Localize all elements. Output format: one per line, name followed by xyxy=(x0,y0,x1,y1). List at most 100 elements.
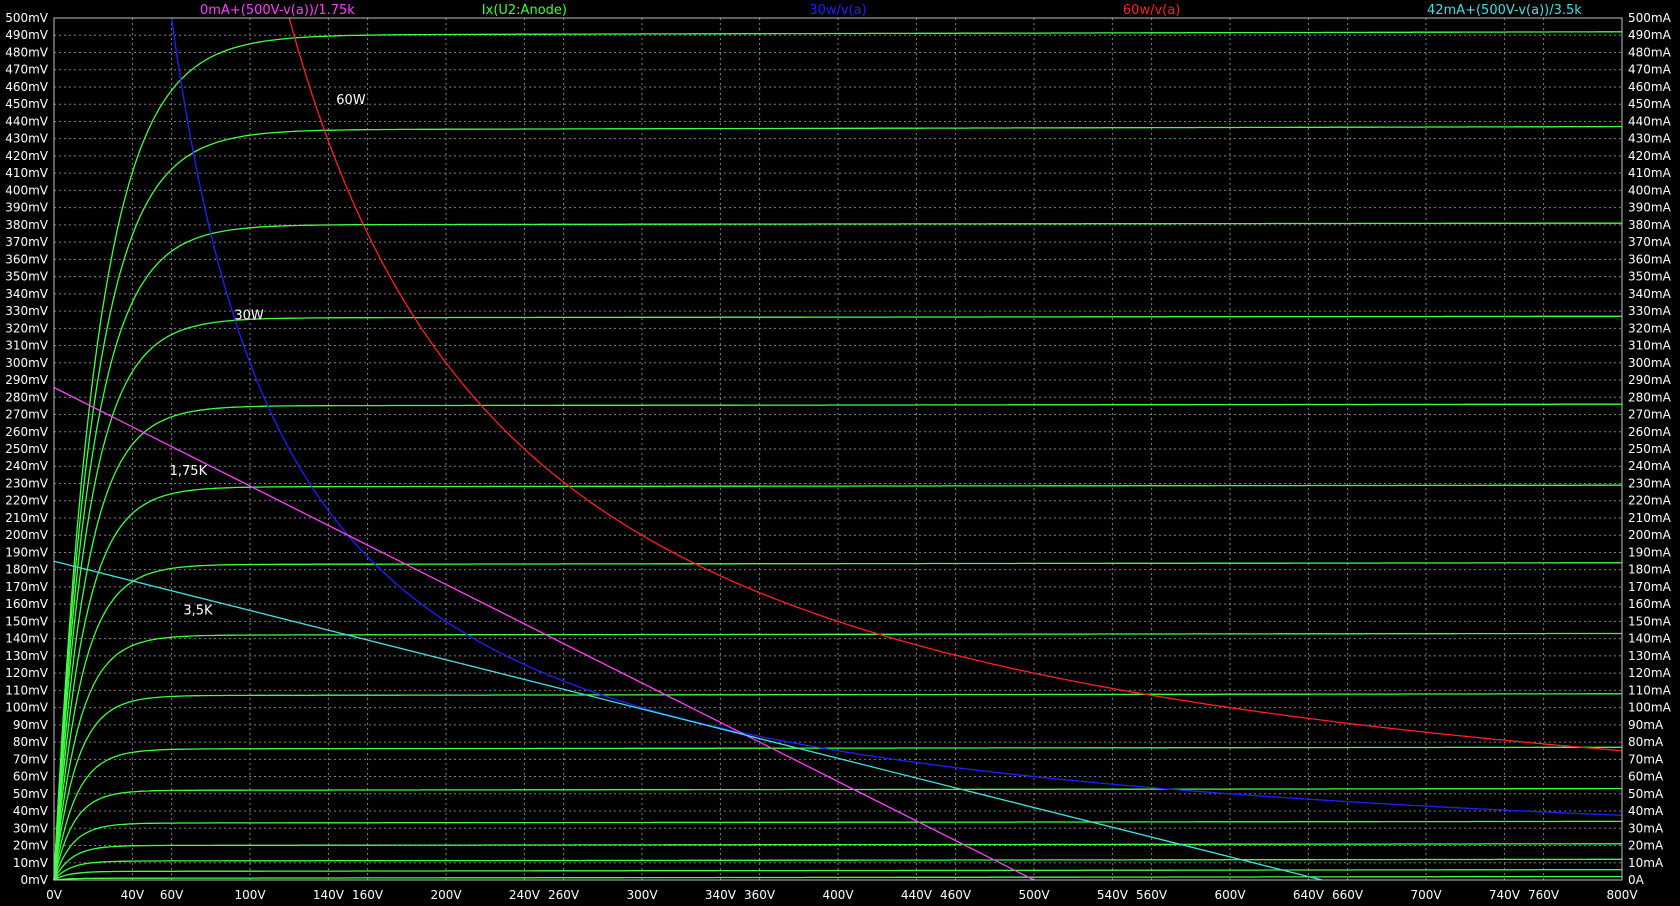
x-tick-label: 740V xyxy=(1489,888,1521,902)
x-tick-label: 300V xyxy=(626,888,658,902)
y-right-tick-label: 280mA xyxy=(1628,390,1672,404)
y-left-tick-label: 210mV xyxy=(5,511,49,525)
y-left-tick-label: 420mV xyxy=(5,149,49,163)
y-left-tick-label: 230mV xyxy=(5,476,49,490)
y-right-tick-label: 500mA xyxy=(1628,11,1672,25)
y-left-tick-label: 130mV xyxy=(5,649,49,663)
y-left-tick-label: 360mV xyxy=(5,252,49,266)
y-left-tick-label: 40mV xyxy=(13,804,49,818)
plot-background xyxy=(0,0,1680,906)
y-right-tick-label: 20mA xyxy=(1628,839,1664,853)
trace-label[interactable]: 42mA+(500V-v(a))/3.5k xyxy=(1427,3,1582,18)
y-left-tick-label: 370mV xyxy=(5,235,49,249)
y-right-tick-label: 410mA xyxy=(1628,166,1672,180)
y-left-tick-label: 250mV xyxy=(5,442,49,456)
y-left-tick-label: 310mV xyxy=(5,339,49,353)
y-left-tick-label: 390mV xyxy=(5,201,49,215)
trace-label[interactable]: 30w/v(a) xyxy=(809,3,866,18)
y-left-tick-label: 140mV xyxy=(5,632,49,646)
x-tick-label: 700V xyxy=(1410,888,1442,902)
y-left-tick-label: 260mV xyxy=(5,425,49,439)
y-left-tick-label: 450mV xyxy=(5,97,49,111)
y-right-tick-label: 290mA xyxy=(1628,373,1672,387)
y-right-tick-label: 400mA xyxy=(1628,183,1672,197)
curve-annotation: 1,75K xyxy=(170,464,208,479)
y-left-tick-label: 470mV xyxy=(5,63,49,77)
y-right-tick-label: 200mA xyxy=(1628,528,1672,542)
y-right-tick-label: 320mA xyxy=(1628,321,1672,335)
y-right-tick-label: 450mA xyxy=(1628,97,1672,111)
y-left-tick-label: 460mV xyxy=(5,80,49,94)
y-right-tick-label: 30mA xyxy=(1628,821,1664,835)
y-right-tick-label: 240mA xyxy=(1628,459,1672,473)
y-left-tick-label: 10mV xyxy=(13,856,49,870)
y-right-tick-label: 170mA xyxy=(1628,580,1672,594)
y-left-tick-label: 270mV xyxy=(5,408,49,422)
y-left-tick-label: 30mV xyxy=(13,821,49,835)
y-left-tick-label: 110mV xyxy=(5,683,49,697)
y-right-tick-label: 300mA xyxy=(1628,356,1672,370)
y-right-tick-label: 350mA xyxy=(1628,270,1672,284)
y-right-tick-label: 70mA xyxy=(1628,752,1664,766)
y-left-tick-label: 380mV xyxy=(5,218,49,232)
y-left-tick-label: 160mV xyxy=(5,597,49,611)
y-left-tick-label: 290mV xyxy=(5,373,49,387)
x-tick-label: 500V xyxy=(1018,888,1050,902)
y-left-tick-label: 430mV xyxy=(5,132,49,146)
y-right-tick-label: 480mA xyxy=(1628,45,1672,59)
y-left-tick-label: 300mV xyxy=(5,356,49,370)
y-left-tick-label: 320mV xyxy=(5,321,49,335)
y-right-tick-label: 150mA xyxy=(1628,614,1672,628)
y-right-tick-label: 80mA xyxy=(1628,735,1664,749)
y-right-tick-label: 370mA xyxy=(1628,235,1672,249)
y-right-tick-label: 10mA xyxy=(1628,856,1664,870)
y-right-tick-label: 190mA xyxy=(1628,545,1672,559)
y-right-tick-label: 270mA xyxy=(1628,408,1672,422)
y-left-tick-label: 0mV xyxy=(20,873,48,887)
x-tick-label: 140V xyxy=(313,888,345,902)
y-left-tick-label: 500mV xyxy=(5,11,49,25)
x-tick-label: 400V xyxy=(822,888,854,902)
x-tick-label: 760V xyxy=(1528,888,1560,902)
y-left-tick-label: 170mV xyxy=(5,580,49,594)
y-left-tick-label: 90mV xyxy=(13,718,49,732)
y-right-tick-label: 420mA xyxy=(1628,149,1672,163)
y-left-tick-label: 100mV xyxy=(5,701,49,715)
y-left-tick-label: 120mV xyxy=(5,666,49,680)
x-tick-label: 540V xyxy=(1097,888,1129,902)
curve-annotation: 30W xyxy=(234,309,264,324)
x-tick-label: 160V xyxy=(352,888,384,902)
y-right-tick-label: 160mA xyxy=(1628,597,1672,611)
y-left-tick-label: 50mV xyxy=(13,787,49,801)
x-tick-label: 100V xyxy=(234,888,266,902)
y-left-tick-label: 180mV xyxy=(5,563,49,577)
y-right-tick-label: 490mA xyxy=(1628,28,1672,42)
y-right-tick-label: 130mA xyxy=(1628,649,1672,663)
y-right-tick-label: 470mA xyxy=(1628,63,1672,77)
trace-label[interactable]: Ix(U2:Anode) xyxy=(482,3,567,18)
y-left-tick-label: 70mV xyxy=(13,752,49,766)
y-right-tick-label: 0A xyxy=(1628,873,1645,887)
y-right-tick-label: 340mA xyxy=(1628,287,1672,301)
x-tick-label: 800V xyxy=(1606,888,1638,902)
y-right-tick-label: 310mA xyxy=(1628,339,1672,353)
y-left-tick-label: 330mV xyxy=(5,304,49,318)
y-right-tick-label: 120mA xyxy=(1628,666,1672,680)
curve-annotation: 60W xyxy=(336,93,366,108)
y-right-tick-label: 460mA xyxy=(1628,80,1672,94)
y-right-tick-label: 250mA xyxy=(1628,442,1672,456)
x-tick-label: 460V xyxy=(940,888,972,902)
x-tick-label: 0V xyxy=(46,888,63,902)
y-right-tick-label: 180mA xyxy=(1628,563,1672,577)
y-right-tick-label: 220mA xyxy=(1628,494,1672,508)
y-left-tick-label: 410mV xyxy=(5,166,49,180)
y-right-tick-label: 430mA xyxy=(1628,132,1672,146)
trace-label[interactable]: 0mA+(500V-v(a))/1.75k xyxy=(200,3,355,18)
y-right-tick-label: 110mA xyxy=(1628,683,1672,697)
x-tick-label: 360V xyxy=(744,888,776,902)
x-tick-label: 240V xyxy=(509,888,541,902)
y-left-tick-label: 20mV xyxy=(13,839,49,853)
trace-label[interactable]: 60w/v(a) xyxy=(1123,3,1180,18)
y-left-tick-label: 150mV xyxy=(5,614,49,628)
y-left-tick-label: 190mV xyxy=(5,545,49,559)
